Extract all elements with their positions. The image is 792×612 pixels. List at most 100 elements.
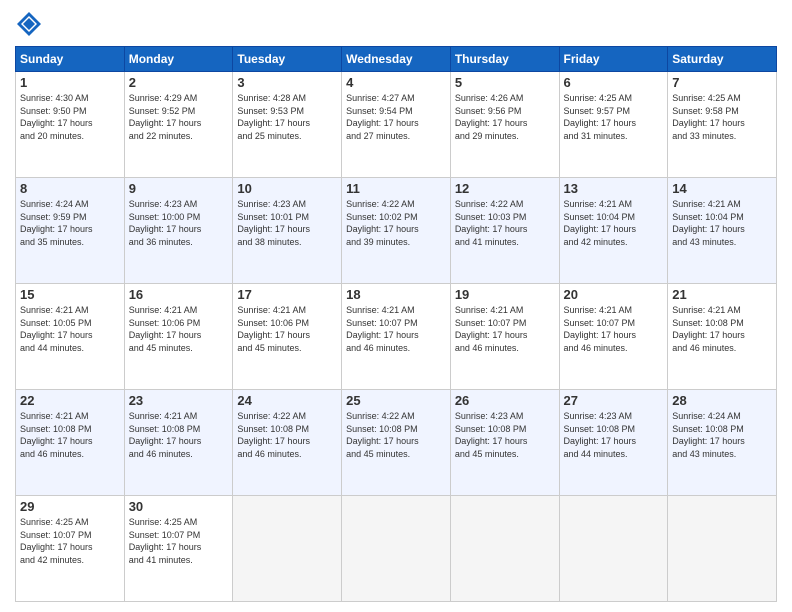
calendar: SundayMondayTuesdayWednesdayThursdayFrid… bbox=[15, 46, 777, 602]
day-info: Sunrise: 4:21 AM Sunset: 10:08 PM Daylig… bbox=[20, 410, 120, 460]
day-number: 22 bbox=[20, 393, 120, 408]
header bbox=[15, 10, 777, 38]
calendar-day-cell: 19 Sunrise: 4:21 AM Sunset: 10:07 PM Dayl… bbox=[450, 284, 559, 390]
calendar-week-row: 15 Sunrise: 4:21 AM Sunset: 10:05 PM Dayl… bbox=[16, 284, 777, 390]
day-number: 15 bbox=[20, 287, 120, 302]
day-info: Sunrise: 4:25 AM Sunset: 10:07 PM Daylig… bbox=[20, 516, 120, 566]
calendar-day-cell: 10Sunrise: 4:23 AM Sunset: 10:01 PM Dayl… bbox=[233, 178, 342, 284]
day-info: Sunrise: 4:23 AM Sunset: 10:00 PM Daylig… bbox=[129, 198, 229, 248]
calendar-day-cell: 30 Sunrise: 4:25 AM Sunset: 10:07 PM Dayl… bbox=[124, 496, 233, 602]
day-info: Sunrise: 4:22 AM Sunset: 10:03 PM Daylig… bbox=[455, 198, 555, 248]
day-number: 9 bbox=[129, 181, 229, 196]
day-info: Sunrise: 4:28 AM Sunset: 9:53 PM Dayligh… bbox=[237, 92, 337, 142]
day-number: 29 bbox=[20, 499, 120, 514]
weekday-header: Friday bbox=[559, 47, 668, 72]
day-number: 19 bbox=[455, 287, 555, 302]
calendar-day-cell: 26Sunrise: 4:23 AM Sunset: 10:08 PM Dayl… bbox=[450, 390, 559, 496]
day-number: 30 bbox=[129, 499, 229, 514]
day-info: Sunrise: 4:29 AM Sunset: 9:52 PM Dayligh… bbox=[129, 92, 229, 142]
calendar-day-cell: 1 Sunrise: 4:30 AM Sunset: 9:50 PM Daylig… bbox=[16, 72, 125, 178]
page: SundayMondayTuesdayWednesdayThursdayFrid… bbox=[0, 0, 792, 612]
day-number: 27 bbox=[564, 393, 664, 408]
calendar-day-cell: 7 Sunrise: 4:25 AM Sunset: 9:58 PM Daylig… bbox=[668, 72, 777, 178]
logo bbox=[15, 10, 47, 38]
day-number: 28 bbox=[672, 393, 772, 408]
calendar-header: SundayMondayTuesdayWednesdayThursdayFrid… bbox=[16, 47, 777, 72]
weekday-header: Thursday bbox=[450, 47, 559, 72]
weekday-header: Saturday bbox=[668, 47, 777, 72]
day-info: Sunrise: 4:24 AM Sunset: 10:08 PM Daylig… bbox=[672, 410, 772, 460]
day-number: 6 bbox=[564, 75, 664, 90]
day-info: Sunrise: 4:21 AM Sunset: 10:08 PM Daylig… bbox=[129, 410, 229, 460]
calendar-day-cell: 4 Sunrise: 4:27 AM Sunset: 9:54 PM Daylig… bbox=[342, 72, 451, 178]
calendar-day-cell bbox=[342, 496, 451, 602]
calendar-day-cell: 25Sunrise: 4:22 AM Sunset: 10:08 PM Dayl… bbox=[342, 390, 451, 496]
day-number: 17 bbox=[237, 287, 337, 302]
day-number: 24 bbox=[237, 393, 337, 408]
calendar-day-cell bbox=[559, 496, 668, 602]
weekday-header: Wednesday bbox=[342, 47, 451, 72]
calendar-day-cell: 24Sunrise: 4:22 AM Sunset: 10:08 PM Dayl… bbox=[233, 390, 342, 496]
day-number: 12 bbox=[455, 181, 555, 196]
day-info: Sunrise: 4:21 AM Sunset: 10:06 PM Daylig… bbox=[237, 304, 337, 354]
day-number: 3 bbox=[237, 75, 337, 90]
day-info: Sunrise: 4:21 AM Sunset: 10:07 PM Daylig… bbox=[346, 304, 446, 354]
day-info: Sunrise: 4:27 AM Sunset: 9:54 PM Dayligh… bbox=[346, 92, 446, 142]
day-info: Sunrise: 4:21 AM Sunset: 10:04 PM Daylig… bbox=[672, 198, 772, 248]
calendar-day-cell: 23 Sunrise: 4:21 AM Sunset: 10:08 PM Dayl… bbox=[124, 390, 233, 496]
calendar-day-cell: 12 Sunrise: 4:22 AM Sunset: 10:03 PM Dayl… bbox=[450, 178, 559, 284]
day-info: Sunrise: 4:21 AM Sunset: 10:07 PM Daylig… bbox=[564, 304, 664, 354]
calendar-week-row: 8Sunrise: 4:24 AM Sunset: 9:59 PM Daylig… bbox=[16, 178, 777, 284]
logo-icon bbox=[15, 10, 43, 38]
calendar-body: 1 Sunrise: 4:30 AM Sunset: 9:50 PM Daylig… bbox=[16, 72, 777, 602]
calendar-day-cell: 8Sunrise: 4:24 AM Sunset: 9:59 PM Daylig… bbox=[16, 178, 125, 284]
day-number: 7 bbox=[672, 75, 772, 90]
calendar-day-cell: 13Sunrise: 4:21 AM Sunset: 10:04 PM Dayl… bbox=[559, 178, 668, 284]
day-number: 21 bbox=[672, 287, 772, 302]
calendar-day-cell: 29 Sunrise: 4:25 AM Sunset: 10:07 PM Dayl… bbox=[16, 496, 125, 602]
day-number: 16 bbox=[129, 287, 229, 302]
calendar-day-cell bbox=[668, 496, 777, 602]
day-number: 13 bbox=[564, 181, 664, 196]
day-info: Sunrise: 4:21 AM Sunset: 10:06 PM Daylig… bbox=[129, 304, 229, 354]
day-number: 18 bbox=[346, 287, 446, 302]
calendar-day-cell: 2 Sunrise: 4:29 AM Sunset: 9:52 PM Daylig… bbox=[124, 72, 233, 178]
calendar-day-cell: 18 Sunrise: 4:21 AM Sunset: 10:07 PM Dayl… bbox=[342, 284, 451, 390]
calendar-day-cell bbox=[233, 496, 342, 602]
day-number: 4 bbox=[346, 75, 446, 90]
day-number: 8 bbox=[20, 181, 120, 196]
calendar-day-cell: 14 Sunrise: 4:21 AM Sunset: 10:04 PM Dayl… bbox=[668, 178, 777, 284]
calendar-day-cell: 5Sunrise: 4:26 AM Sunset: 9:56 PM Daylig… bbox=[450, 72, 559, 178]
day-info: Sunrise: 4:22 AM Sunset: 10:02 PM Daylig… bbox=[346, 198, 446, 248]
day-number: 23 bbox=[129, 393, 229, 408]
day-number: 5 bbox=[455, 75, 555, 90]
day-info: Sunrise: 4:21 AM Sunset: 10:07 PM Daylig… bbox=[455, 304, 555, 354]
day-number: 11 bbox=[346, 181, 446, 196]
day-number: 14 bbox=[672, 181, 772, 196]
calendar-day-cell: 9 Sunrise: 4:23 AM Sunset: 10:00 PM Dayli… bbox=[124, 178, 233, 284]
calendar-day-cell: 6 Sunrise: 4:25 AM Sunset: 9:57 PM Daylig… bbox=[559, 72, 668, 178]
calendar-day-cell: 27 Sunrise: 4:23 AM Sunset: 10:08 PM Dayl… bbox=[559, 390, 668, 496]
day-info: Sunrise: 4:25 AM Sunset: 9:57 PM Dayligh… bbox=[564, 92, 664, 142]
calendar-day-cell: 21Sunrise: 4:21 AM Sunset: 10:08 PM Dayl… bbox=[668, 284, 777, 390]
day-info: Sunrise: 4:25 AM Sunset: 9:58 PM Dayligh… bbox=[672, 92, 772, 142]
day-info: Sunrise: 4:21 AM Sunset: 10:05 PM Daylig… bbox=[20, 304, 120, 354]
day-info: Sunrise: 4:25 AM Sunset: 10:07 PM Daylig… bbox=[129, 516, 229, 566]
day-number: 2 bbox=[129, 75, 229, 90]
calendar-week-row: 22 Sunrise: 4:21 AM Sunset: 10:08 PM Dayl… bbox=[16, 390, 777, 496]
day-info: Sunrise: 4:23 AM Sunset: 10:08 PM Daylig… bbox=[564, 410, 664, 460]
day-info: Sunrise: 4:23 AM Sunset: 10:08 PM Daylig… bbox=[455, 410, 555, 460]
calendar-day-cell: 15 Sunrise: 4:21 AM Sunset: 10:05 PM Dayl… bbox=[16, 284, 125, 390]
weekday-header: Monday bbox=[124, 47, 233, 72]
day-number: 10 bbox=[237, 181, 337, 196]
day-number: 1 bbox=[20, 75, 120, 90]
calendar-week-row: 29 Sunrise: 4:25 AM Sunset: 10:07 PM Dayl… bbox=[16, 496, 777, 602]
weekday-header-row: SundayMondayTuesdayWednesdayThursdayFrid… bbox=[16, 47, 777, 72]
day-info: Sunrise: 4:30 AM Sunset: 9:50 PM Dayligh… bbox=[20, 92, 120, 142]
weekday-header: Sunday bbox=[16, 47, 125, 72]
calendar-day-cell: 22 Sunrise: 4:21 AM Sunset: 10:08 PM Dayl… bbox=[16, 390, 125, 496]
weekday-header: Tuesday bbox=[233, 47, 342, 72]
calendar-week-row: 1 Sunrise: 4:30 AM Sunset: 9:50 PM Daylig… bbox=[16, 72, 777, 178]
calendar-day-cell: 20Sunrise: 4:21 AM Sunset: 10:07 PM Dayl… bbox=[559, 284, 668, 390]
calendar-day-cell bbox=[450, 496, 559, 602]
